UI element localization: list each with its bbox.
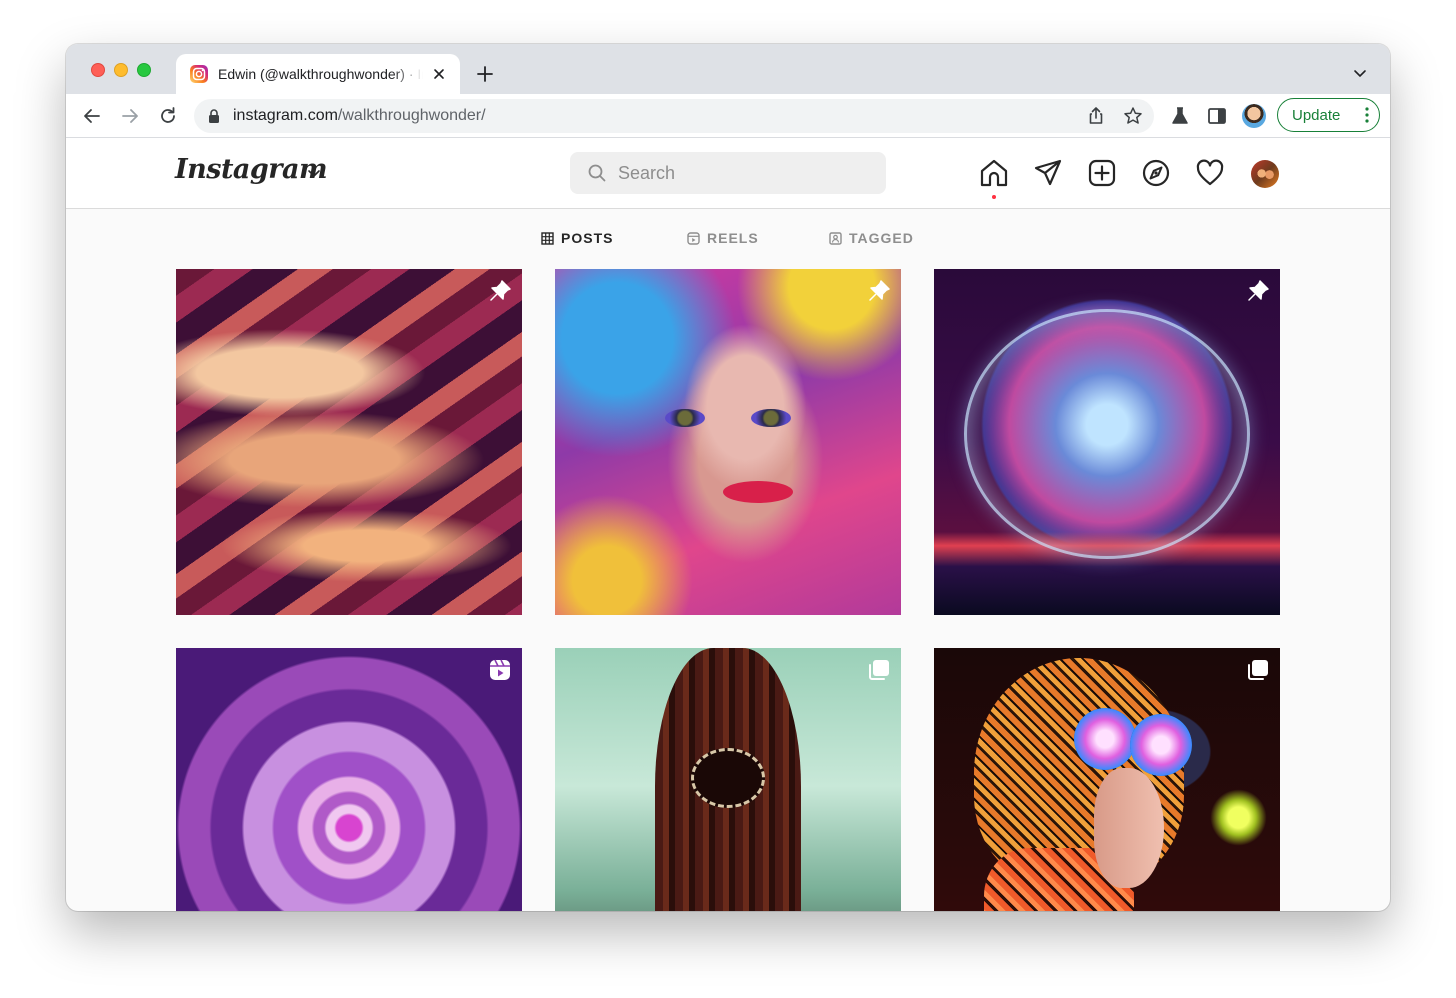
profile-avatar[interactable]	[1251, 160, 1279, 188]
reload-icon[interactable]	[157, 105, 179, 127]
explore-icon[interactable]	[1141, 158, 1171, 188]
pin-icon	[490, 280, 511, 301]
post-tile[interactable]	[934, 648, 1280, 911]
artwork-eye	[665, 409, 705, 427]
share-icon[interactable]	[1086, 106, 1106, 126]
bookmark-star-icon[interactable]	[1123, 106, 1143, 126]
multiple-images-icon	[869, 660, 889, 680]
tab-reels-label: REELS	[707, 230, 759, 246]
grid-icon	[541, 231, 554, 245]
post-tile[interactable]	[555, 648, 901, 911]
maximize-window-button[interactable]	[137, 63, 151, 77]
profile-tabs: POSTS REELS TAGGED	[66, 210, 1390, 266]
multiple-images-icon	[1248, 660, 1268, 680]
artwork-lips	[723, 481, 793, 503]
search-input[interactable]	[618, 160, 868, 186]
browser-tab-active[interactable]: Edwin (@walkthroughwonder) · Instagram	[176, 54, 460, 94]
direct-message-icon[interactable]	[1033, 158, 1063, 188]
browser-window: Edwin (@walkthroughwonder) · Instagram	[66, 44, 1390, 911]
reels-icon	[687, 231, 700, 245]
tab-strip: Edwin (@walkthroughwonder) · Instagram	[66, 44, 1390, 94]
new-tab-icon[interactable]	[475, 64, 495, 84]
search-icon	[588, 164, 606, 182]
labs-flask-icon[interactable]	[1169, 105, 1191, 127]
address-bar[interactable]: instagram.com/walkthroughwonder/	[194, 99, 1154, 133]
artwork-sphere	[964, 309, 1250, 559]
artwork-eye	[751, 409, 791, 427]
artwork-goggle	[1074, 708, 1136, 770]
artwork-face	[1094, 768, 1164, 888]
artwork-mouth	[691, 748, 765, 808]
activity-heart-icon[interactable]	[1195, 158, 1225, 188]
search-box[interactable]	[570, 152, 886, 194]
forward-arrow-icon[interactable]	[119, 105, 141, 127]
side-panel-icon[interactable]	[1206, 105, 1228, 127]
tab-posts-label: POSTS	[561, 230, 614, 246]
tab-reels[interactable]: REELS	[687, 230, 759, 246]
browser-profile-avatar[interactable]	[1242, 104, 1266, 128]
back-arrow-icon[interactable]	[81, 105, 103, 127]
home-notification-dot	[992, 195, 996, 199]
tab-search-chevron-icon[interactable]	[1353, 66, 1367, 80]
reel-icon	[490, 659, 510, 680]
tab-title: Edwin (@walkthroughwonder) · Instagram	[218, 66, 423, 82]
url-text: instagram.com/walkthroughwonder/	[233, 107, 486, 125]
browser-toolbar: instagram.com/walkthroughwonder/ Update	[66, 94, 1390, 138]
url-domain: instagram.com	[233, 107, 338, 124]
minimize-window-button[interactable]	[114, 63, 128, 77]
home-icon[interactable]	[979, 158, 1009, 188]
url-path: /walkthroughwonder/	[337, 107, 486, 124]
post-tile[interactable]	[934, 269, 1280, 615]
lock-icon[interactable]	[208, 109, 220, 123]
post-tile[interactable]	[176, 269, 522, 615]
post-tile[interactable]	[176, 648, 522, 911]
tagged-person-icon	[829, 231, 842, 245]
pin-icon	[1248, 280, 1269, 301]
post-tile[interactable]	[555, 269, 901, 615]
instagram-logo[interactable]: Instagram	[175, 154, 328, 185]
tab-tagged-label: TAGGED	[849, 230, 914, 246]
tab-posts[interactable]: POSTS	[541, 230, 613, 246]
chevron-down-icon[interactable]	[307, 166, 321, 180]
update-button[interactable]: Update	[1277, 98, 1380, 132]
more-vertical-icon	[1365, 107, 1369, 123]
artwork-goggle	[1130, 714, 1192, 776]
close-tab-icon[interactable]	[431, 66, 447, 82]
update-label: Update	[1292, 106, 1341, 124]
tab-tagged[interactable]: TAGGED	[829, 230, 914, 246]
new-post-icon[interactable]	[1087, 158, 1117, 188]
instagram-header: Instagram	[66, 138, 1390, 209]
instagram-favicon-icon	[190, 65, 208, 83]
close-window-button[interactable]	[91, 63, 105, 77]
pin-icon	[869, 280, 890, 301]
